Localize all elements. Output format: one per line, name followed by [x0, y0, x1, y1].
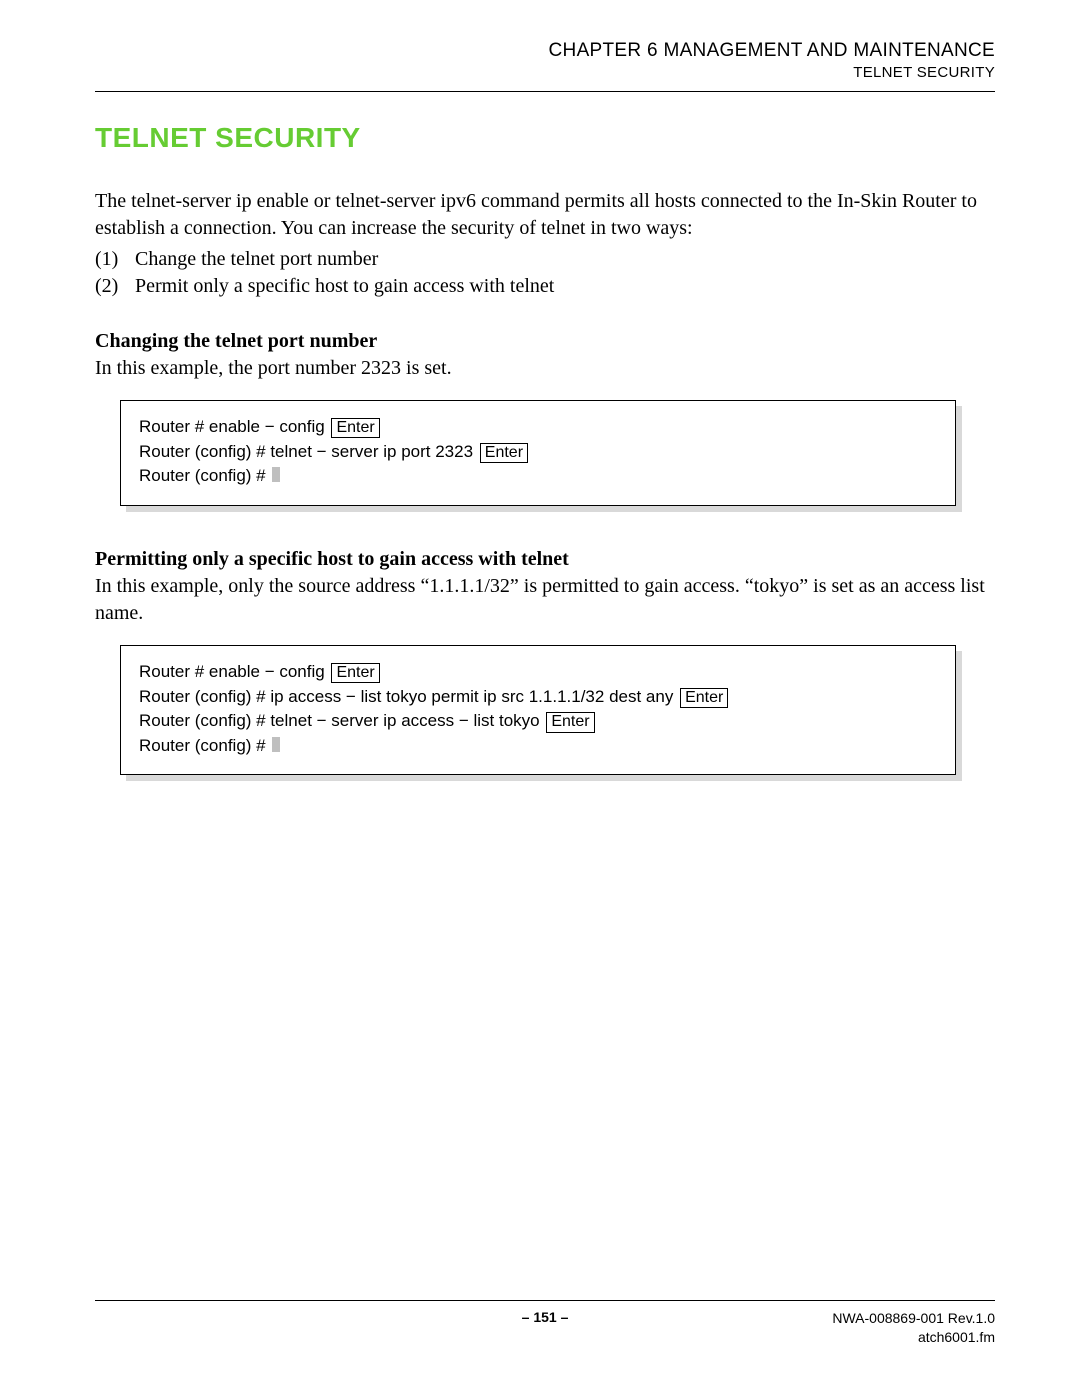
code-text: Router (config) # ip access − list tokyo…	[139, 687, 673, 706]
code-line: Router # enable − config Enter	[139, 660, 937, 685]
header-rule	[95, 91, 995, 92]
code-text: Router (config) #	[139, 466, 266, 485]
page-footer: – 151 – NWA-008869-001 Rev.1.0 atch6001.…	[95, 1300, 995, 1347]
code-text: Router # enable − config	[139, 662, 325, 681]
subsection-text: In this example, only the source address…	[95, 573, 995, 627]
code-box: Router # enable − config Enter Router (c…	[120, 400, 956, 506]
doc-id: NWA-008869-001 Rev.1.0	[695, 1309, 995, 1328]
subsection-heading: Changing the telnet port number	[95, 330, 995, 353]
enter-key: Enter	[331, 418, 379, 438]
intro-paragraph: The telnet-server ip enable or telnet-se…	[95, 188, 995, 242]
chapter-label: CHAPTER 6 MANAGEMENT AND MAINTENANCE	[95, 40, 995, 62]
code-text: Router # enable − config	[139, 417, 325, 436]
footer-row: – 151 – NWA-008869-001 Rev.1.0 atch6001.…	[95, 1309, 995, 1347]
code-line: Router (config) # telnet − server ip acc…	[139, 709, 937, 734]
list-item: Permit only a specific host to gain acce…	[95, 273, 995, 300]
list-item: Change the telnet port number	[95, 246, 995, 273]
code-line: Router (config) #	[139, 464, 937, 489]
code-box: Router # enable − config Enter Router (c…	[120, 645, 956, 776]
security-methods-list: Change the telnet port number Permit onl…	[95, 246, 995, 300]
code-text: Router (config) # telnet − server ip por…	[139, 442, 473, 461]
enter-key: Enter	[546, 712, 594, 732]
file-name: atch6001.fm	[695, 1328, 995, 1347]
code-line: Router # enable − config Enter	[139, 415, 937, 440]
code-line: Router (config) # ip access − list tokyo…	[139, 685, 937, 710]
subsection-text: In this example, the port number 2323 is…	[95, 355, 995, 382]
running-header: CHAPTER 6 MANAGEMENT AND MAINTENANCE TEL…	[95, 40, 995, 81]
code-text: Router (config) # telnet − server ip acc…	[139, 711, 540, 730]
footer-rule	[95, 1300, 995, 1301]
code-line: Router (config) # telnet − server ip por…	[139, 440, 937, 465]
cursor-icon	[272, 737, 280, 752]
subsection-heading: Permitting only a specific host to gain …	[95, 548, 995, 571]
footer-right: NWA-008869-001 Rev.1.0 atch6001.fm	[695, 1309, 995, 1347]
code-line: Router (config) #	[139, 734, 937, 759]
enter-key: Enter	[331, 663, 379, 683]
enter-key: Enter	[680, 688, 728, 708]
code-example-1: Router # enable − config Enter Router (c…	[120, 400, 956, 506]
code-text: Router (config) #	[139, 736, 266, 755]
enter-key: Enter	[480, 443, 528, 463]
section-title: TELNET SECURITY	[95, 122, 995, 154]
code-example-2: Router # enable − config Enter Router (c…	[120, 645, 956, 776]
page-content: CHAPTER 6 MANAGEMENT AND MAINTENANCE TEL…	[0, 0, 1080, 775]
page-number: – 151 –	[395, 1309, 695, 1325]
section-label: TELNET SECURITY	[95, 64, 995, 81]
cursor-icon	[272, 467, 280, 482]
